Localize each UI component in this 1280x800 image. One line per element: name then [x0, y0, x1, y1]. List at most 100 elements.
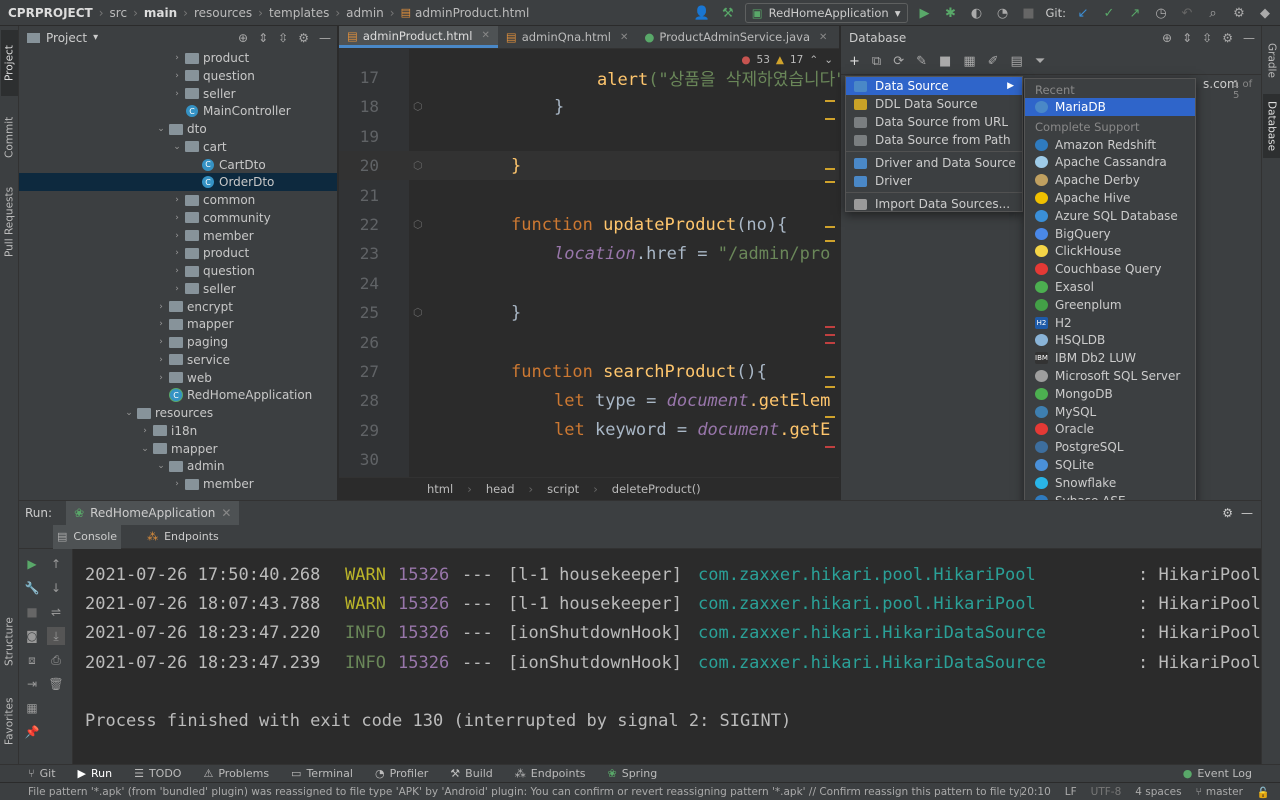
menu-item[interactable]: Snowflake [1025, 474, 1195, 492]
tool-tab-gradle[interactable]: Gradle [1263, 32, 1280, 88]
git-branch[interactable]: ⑂ master [1196, 786, 1243, 798]
tool-window-event-log[interactable]: ● Event Log [1183, 767, 1252, 780]
chevron-right-icon[interactable]: › [171, 213, 183, 223]
close-icon[interactable]: ✕ [819, 32, 827, 43]
stop-icon[interactable]: ■ [23, 603, 41, 621]
menu-item[interactable]: DDL Data Source [846, 95, 1022, 113]
chevron-right-icon[interactable]: › [171, 53, 183, 63]
user-icon[interactable]: 👤 [693, 4, 711, 22]
code-line[interactable]: 29 let keyword = document.getE [339, 416, 839, 445]
soft-wrap-icon[interactable]: ⇌ [47, 603, 65, 621]
crumb-item[interactable]: CPRPROJECT [8, 6, 93, 20]
tool-tab-favorites[interactable]: Favorites [1, 686, 18, 756]
restore-layout-icon[interactable]: ⧈ [23, 651, 41, 669]
console-icon[interactable]: ▤ [1011, 54, 1023, 69]
status-message[interactable]: File pattern '*.apk' (from 'bundled' plu… [28, 784, 1160, 799]
tool-tab-project[interactable]: Project [1, 30, 18, 96]
tool-window-run[interactable]: ▶ Run [78, 767, 113, 780]
tree-row[interactable]: ⌄ cart [19, 138, 337, 156]
tree-row[interactable]: › mapper [19, 315, 337, 333]
layout-icon[interactable]: ▦ [23, 699, 41, 717]
tool-tab-pull-requests[interactable]: Pull Requests [1, 176, 18, 268]
coverage-icon[interactable]: ◐ [968, 4, 986, 22]
tree-row[interactable]: › member [19, 475, 337, 493]
tree-row[interactable]: C CartDto [19, 156, 337, 174]
file-encoding[interactable]: UTF-8 [1091, 786, 1122, 798]
code-line[interactable]: 22 function updateProduct(no){⬡ [339, 210, 839, 239]
menu-item[interactable]: BigQuery [1025, 225, 1195, 243]
table-icon[interactable]: ▦ [963, 54, 975, 69]
menu-item[interactable]: Data Source from Path [846, 131, 1022, 149]
tree-row[interactable]: › common [19, 191, 337, 209]
filter-icon[interactable]: ⏷ [1035, 54, 1045, 69]
menu-item[interactable]: Azure SQL Database [1025, 207, 1195, 225]
gear-icon[interactable]: ⚙ [1230, 4, 1248, 22]
menu-item[interactable]: Microsoft SQL Server [1025, 367, 1195, 385]
code-line[interactable]: 17 alert("상품을 삭제하였습니다" [339, 63, 846, 92]
editor-breadcrumb-item[interactable]: script [547, 482, 579, 496]
editor-breadcrumb-item[interactable]: deleteProduct() [612, 482, 701, 496]
tool-window-endpoints[interactable]: ⁂ Endpoints [515, 767, 586, 780]
chevron-down-icon[interactable]: ⌄ [824, 54, 833, 66]
warning-marker[interactable] [825, 376, 835, 378]
tool-tab-commit[interactable]: Commit [1, 104, 18, 170]
tree-row[interactable]: › i18n [19, 422, 337, 440]
tool-window-terminal[interactable]: ▭ Terminal [291, 767, 353, 780]
add-icon[interactable]: + [849, 54, 860, 69]
chevron-right-icon[interactable]: › [171, 248, 183, 258]
fold-icon[interactable]: ⬡ [413, 218, 423, 231]
git-commit-icon[interactable]: ✓ [1100, 4, 1118, 22]
editor-tab[interactable]: ● ProductAdminService.java ✕ [636, 26, 835, 48]
tree-row[interactable]: C RedHomeApplication [19, 386, 337, 404]
tree-row[interactable]: › paging [19, 333, 337, 351]
close-icon[interactable]: ✕ [481, 30, 489, 41]
chevron-right-icon[interactable]: › [171, 89, 183, 99]
arrow-up-icon[interactable]: ↑ [47, 555, 65, 573]
crumb-item[interactable]: templates [269, 6, 329, 20]
editor-tab[interactable]: ●ProductA... [835, 26, 839, 48]
chevron-down-icon[interactable]: ⌄ [171, 142, 183, 152]
warning-marker[interactable] [825, 118, 835, 120]
warning-marker[interactable] [825, 181, 835, 183]
cursor-position[interactable]: 20:10 [1021, 786, 1051, 798]
camera-icon[interactable]: ◙ [23, 627, 41, 645]
gear-icon[interactable]: ⚙ [298, 31, 309, 45]
scroll-to-end-icon[interactable]: ⤓ [47, 627, 65, 645]
run-config-selector[interactable]: ▣ RedHomeApplication ▾ [744, 3, 908, 23]
stop-icon[interactable]: ■ [939, 54, 951, 69]
crumb-item[interactable]: src [110, 6, 128, 20]
warning-marker[interactable] [825, 168, 835, 170]
menu-item[interactable]: Couchbase Query [1025, 260, 1195, 278]
fold-icon[interactable]: ⬡ [413, 306, 423, 319]
tool-window-spring[interactable]: ❀ Spring [608, 767, 658, 780]
history-icon[interactable]: ◷ [1152, 4, 1170, 22]
run-tab-endpoints[interactable]: ⁂ Endpoints [143, 525, 223, 549]
menu-item[interactable]: Driver and Data Source [846, 154, 1022, 172]
tree-row[interactable]: › service [19, 351, 337, 369]
crumb-item[interactable]: admin [346, 6, 384, 20]
warning-marker[interactable] [825, 100, 835, 102]
wrench-icon[interactable]: 🔧 [23, 579, 41, 597]
minimize-icon[interactable]: — [1243, 31, 1255, 45]
editor-tab[interactable]: ▤ adminQna.html ✕ [498, 26, 637, 48]
code-line[interactable]: 20} ⬡ [339, 151, 839, 181]
menu-item[interactable]: Oracle [1025, 421, 1195, 439]
fold-icon[interactable]: ⬡ [413, 100, 423, 113]
chevron-right-icon[interactable]: › [171, 266, 183, 276]
error-marker[interactable] [825, 326, 835, 328]
menu-item[interactable]: MongoDB [1025, 385, 1195, 403]
crumb-item[interactable]: adminProduct.html [415, 6, 529, 20]
chevron-right-icon[interactable]: › [155, 355, 167, 365]
menu-item[interactable]: PostgreSQL [1025, 438, 1195, 456]
close-icon[interactable]: ✕ [620, 32, 628, 43]
run-tab-console[interactable]: ▤ Console [53, 524, 122, 549]
code-line[interactable]: 26 [339, 328, 839, 357]
menu-item[interactable]: SQLite [1025, 456, 1195, 474]
warning-marker[interactable] [825, 386, 835, 388]
exit-icon[interactable]: ⇥ [23, 675, 41, 693]
expand-all-icon[interactable]: ⇕ [1182, 31, 1192, 45]
chevron-right-icon[interactable]: › [171, 284, 183, 294]
error-marker[interactable] [825, 446, 835, 448]
menu-item[interactable]: Apache Derby [1025, 171, 1195, 189]
tool-window-problems[interactable]: ⚠ Problems [203, 767, 269, 780]
